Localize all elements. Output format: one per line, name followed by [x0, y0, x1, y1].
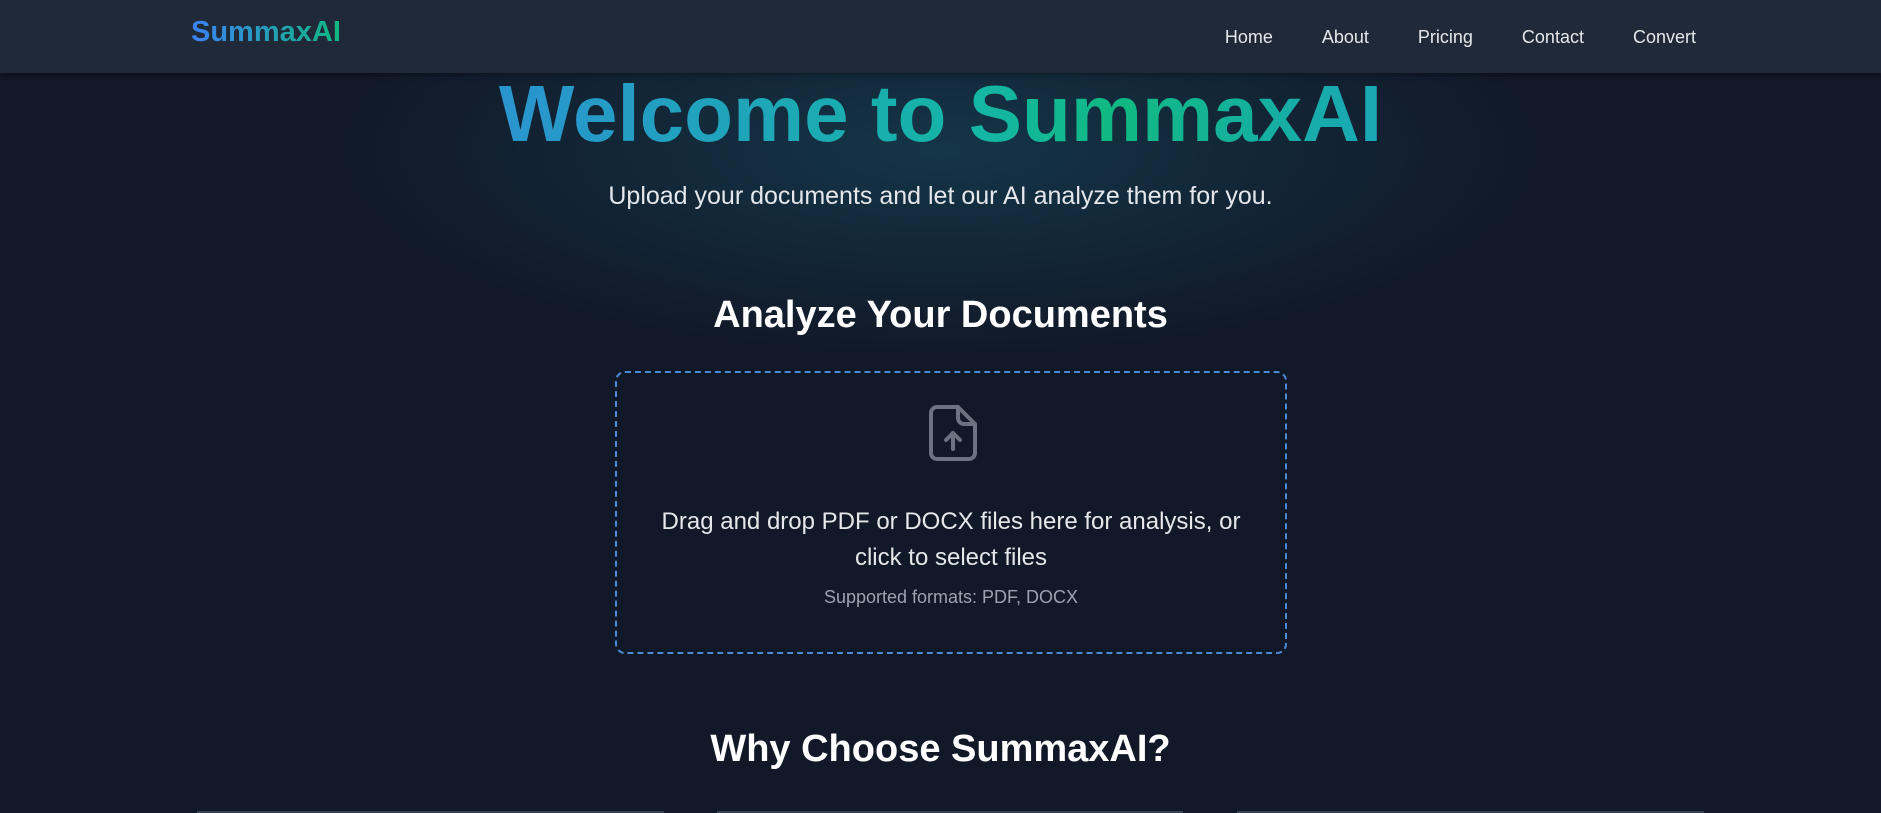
- nav-links: Home About Pricing Contact Convert: [1176, 0, 1696, 73]
- nav-link-pricing[interactable]: Pricing: [1418, 25, 1473, 49]
- dropzone-text-line1: Drag and drop PDF or DOCX files here for…: [661, 508, 1241, 535]
- brand-logo[interactable]: SummaxAI: [191, 14, 341, 50]
- hero-title: Welcome to SummaxAI: [0, 70, 1881, 158]
- nav-link-about[interactable]: About: [1322, 25, 1369, 49]
- hero-subtitle: Upload your documents and let our AI ana…: [608, 182, 1273, 210]
- dropzone-text-line2: click to select files: [854, 544, 1048, 571]
- analyze-section-title: Analyze Your Documents: [713, 294, 1168, 336]
- nav-link-home[interactable]: Home: [1225, 25, 1273, 49]
- nav-link-contact[interactable]: Contact: [1522, 25, 1584, 49]
- hero-title-text: Welcome to SummaxAI: [498, 69, 1383, 158]
- supported-formats: Supported formats: PDF, DOCX: [823, 587, 1079, 607]
- dropzone-instructions: Drag and drop PDF or DOCX files here for…: [617, 504, 1285, 576]
- page: SummaxAI Home About Pricing Contact Conv…: [0, 0, 1881, 813]
- nav-link-convert[interactable]: Convert: [1633, 25, 1696, 49]
- file-upload-icon: [929, 405, 977, 461]
- navbar: SummaxAI Home About Pricing Contact Conv…: [0, 0, 1881, 73]
- features-section-title: Why Choose SummaxAI?: [710, 728, 1171, 770]
- file-dropzone[interactable]: Drag and drop PDF or DOCX files here for…: [615, 371, 1287, 654]
